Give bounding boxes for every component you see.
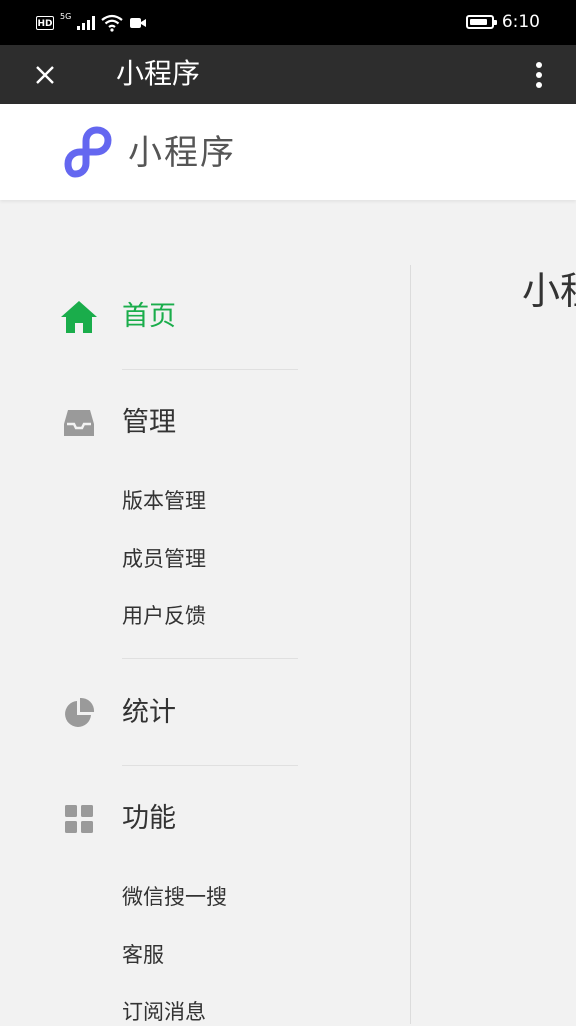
title-bar: 小程序 bbox=[0, 45, 576, 104]
home-icon bbox=[61, 301, 97, 333]
nav-item-home[interactable]: 首页 bbox=[60, 298, 176, 336]
divider bbox=[122, 765, 298, 766]
mini-program-logo-icon bbox=[64, 126, 112, 178]
nav-subitem-version-manage[interactable]: 版本管理 bbox=[122, 487, 206, 515]
nav-label-features: 功能 bbox=[122, 803, 176, 834]
nav-subitem-member-manage[interactable]: 成员管理 bbox=[122, 545, 206, 573]
more-dots-icon bbox=[536, 62, 542, 68]
page-title: 小程序 bbox=[116, 57, 201, 90]
video-camera-icon bbox=[130, 18, 147, 28]
pie-chart-icon bbox=[65, 697, 95, 727]
nav-subitem-wechat-search[interactable]: 微信搜一搜 bbox=[122, 883, 227, 911]
nav-label-manage: 管理 bbox=[122, 407, 176, 438]
clock-time: 6:10 bbox=[501, 12, 540, 32]
hd-badge: HD bbox=[36, 16, 54, 30]
nav-subitem-user-feedback[interactable]: 用户反馈 bbox=[122, 602, 206, 630]
divider bbox=[122, 658, 298, 659]
more-options-button[interactable] bbox=[520, 56, 558, 94]
content-title: 小程 bbox=[522, 269, 576, 313]
grid-icon bbox=[65, 805, 93, 833]
nav-item-manage[interactable]: 管理 bbox=[60, 404, 176, 442]
battery-icon bbox=[465, 15, 497, 29]
inbox-icon bbox=[64, 410, 94, 436]
nav-label-stats: 统计 bbox=[122, 697, 176, 728]
status-bar: HD 5G 6:10 bbox=[0, 0, 576, 45]
wifi-icon bbox=[101, 14, 123, 32]
brand-header: 小程序 bbox=[0, 104, 576, 200]
close-icon bbox=[36, 66, 54, 84]
close-button[interactable] bbox=[26, 56, 64, 94]
divider bbox=[122, 369, 298, 370]
network-type: 5G bbox=[60, 12, 72, 21]
signal-icon bbox=[77, 16, 96, 30]
nav-item-stats[interactable]: 统计 bbox=[60, 694, 176, 732]
brand-name: 小程序 bbox=[128, 133, 236, 173]
nav-label-home: 首页 bbox=[122, 301, 176, 332]
sidebar-divider bbox=[410, 265, 411, 1024]
nav-subitem-customer-service[interactable]: 客服 bbox=[122, 941, 164, 969]
nav-item-features[interactable]: 功能 bbox=[60, 800, 176, 838]
nav-subitem-subscribe-message[interactable]: 订阅消息 bbox=[122, 998, 206, 1026]
